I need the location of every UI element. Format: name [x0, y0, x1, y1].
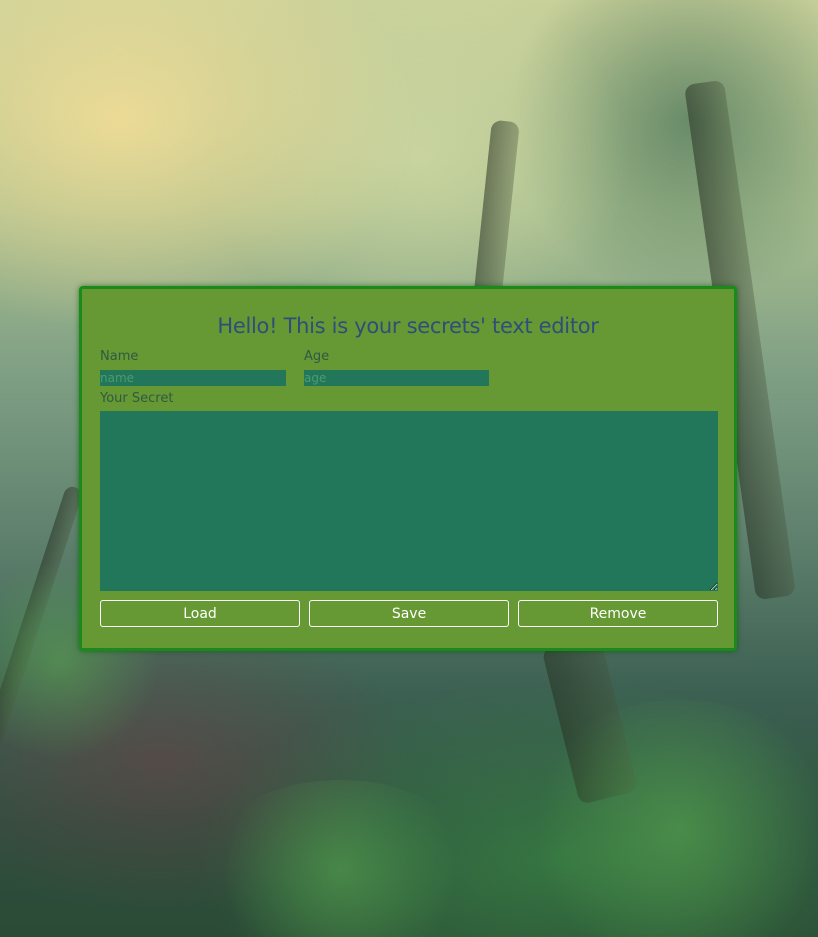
secret-textarea[interactable]	[100, 411, 718, 591]
name-input[interactable]	[100, 370, 286, 386]
fern-foliage	[200, 780, 480, 937]
age-input[interactable]	[304, 370, 489, 386]
secret-label: Your Secret	[100, 391, 174, 406]
name-label: Name	[100, 349, 139, 364]
save-button[interactable]: Save	[309, 600, 509, 627]
age-label: Age	[304, 349, 330, 364]
secrets-editor-panel: Hello! This is your secrets' text editor…	[79, 286, 737, 651]
load-button[interactable]: Load	[100, 600, 300, 627]
page-title: Hello! This is your secrets' text editor	[217, 314, 599, 338]
remove-button[interactable]: Remove	[518, 600, 718, 627]
